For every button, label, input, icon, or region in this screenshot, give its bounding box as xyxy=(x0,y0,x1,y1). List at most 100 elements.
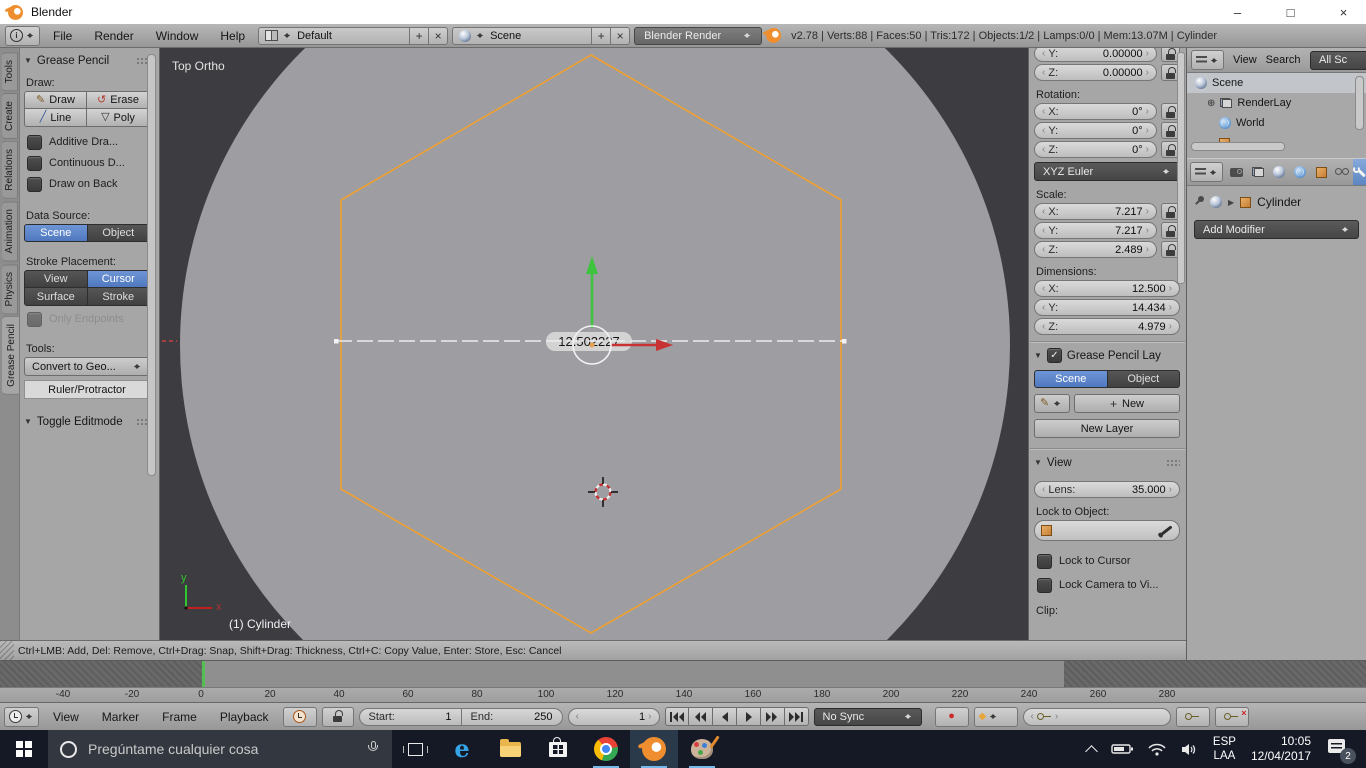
checkbox-unchecked-icon[interactable] xyxy=(27,156,42,171)
start-button[interactable] xyxy=(0,730,48,768)
delete-layout-button[interactable]: × xyxy=(429,27,448,45)
insert-keyframe-button[interactable] xyxy=(1176,707,1210,727)
data-source-object[interactable]: Object xyxy=(88,224,151,242)
current-frame-marker[interactable] xyxy=(202,661,205,687)
timeline-menu-marker[interactable]: Marker xyxy=(93,710,148,724)
panel-header-grease-pencil[interactable]: ▼Grease Pencil xyxy=(24,52,150,69)
field-location-z[interactable]: Z:0.00000 xyxy=(1034,64,1157,81)
lock-time-button[interactable] xyxy=(322,707,354,727)
tab-relations[interactable]: Relations xyxy=(2,141,18,199)
ruler-protractor-button[interactable]: Ruler/Protractor xyxy=(24,380,150,399)
taskbar-edge[interactable]: e xyxy=(438,730,486,768)
data-source-scene[interactable]: Scene xyxy=(24,224,88,242)
ruler-endpoint-right[interactable] xyxy=(842,339,847,344)
viewport-3d[interactable]: 12.502227 Top Ortho y x (1) Cylind xyxy=(160,48,1028,640)
next-keyframe-button[interactable] xyxy=(761,707,785,726)
add-scene-button[interactable]: + xyxy=(592,27,611,45)
tool-shelf-scrollbar[interactable] xyxy=(147,54,156,476)
gp-datablock-selector[interactable]: ✎ xyxy=(1034,394,1070,413)
add-modifier-dropdown[interactable]: Add Modifier xyxy=(1194,220,1359,239)
jump-to-end-button[interactable] xyxy=(785,707,809,726)
timeline-body[interactable]: -40 -20 0 20 40 60 80 100 120 140 160 18… xyxy=(0,660,1366,702)
maximize-button[interactable]: □ xyxy=(1268,0,1313,24)
panel-header-view[interactable]: ▼View xyxy=(1034,454,1180,471)
outliner-horizontal-scrollbar[interactable] xyxy=(1191,142,1285,151)
outliner-item-world[interactable]: World xyxy=(1187,113,1366,133)
placement-cursor[interactable]: Cursor xyxy=(88,270,151,288)
manipulator-y-arrowhead[interactable] xyxy=(586,256,598,274)
previous-keyframe-button[interactable] xyxy=(689,707,713,726)
field-location-y[interactable]: Y:0.00000 xyxy=(1034,48,1157,62)
taskbar-chrome[interactable] xyxy=(582,730,630,768)
gp-new-button[interactable]: +New xyxy=(1074,394,1180,413)
microphone-icon[interactable] xyxy=(366,741,380,757)
outliner-vertical-scrollbar[interactable] xyxy=(1355,76,1364,130)
cortana-search-box[interactable]: Pregúntame cualquier cosa xyxy=(48,730,392,768)
timeline-menu-frame[interactable]: Frame xyxy=(153,710,206,724)
outliner-type-selector[interactable] xyxy=(1191,50,1224,70)
tab-tools[interactable]: Tools xyxy=(2,52,18,91)
wifi-icon[interactable] xyxy=(1148,743,1166,756)
screen-layout-field[interactable]: Default xyxy=(258,27,410,45)
field-scale-z[interactable]: Z:2.489 xyxy=(1034,241,1157,258)
eyedropper-icon[interactable] xyxy=(1160,525,1172,535)
field-dimension-y[interactable]: Y:14.434 xyxy=(1034,299,1180,316)
checkbox-unchecked-icon[interactable] xyxy=(1037,554,1052,569)
keying-set-selector[interactable]: ◆ xyxy=(974,707,1018,727)
field-rotation-x[interactable]: X:0° xyxy=(1034,103,1157,120)
speaker-icon[interactable] xyxy=(1181,743,1198,756)
timeline-menu-view[interactable]: View xyxy=(44,710,88,724)
menu-render[interactable]: Render xyxy=(85,29,142,43)
tab-modifiers[interactable] xyxy=(1353,159,1366,185)
end-frame-field[interactable]: End:250 xyxy=(461,708,563,726)
taskbar-file-explorer[interactable] xyxy=(486,730,534,768)
placement-surface[interactable]: Surface xyxy=(24,288,88,306)
tray-chevron-icon[interactable] xyxy=(1085,745,1098,758)
outliner-menu-search[interactable]: Search xyxy=(1266,54,1301,66)
record-button[interactable]: ● xyxy=(935,707,969,727)
close-button[interactable]: × xyxy=(1321,0,1366,24)
timeline-ruler[interactable]: -40 -20 0 20 40 60 80 100 120 140 160 18… xyxy=(0,687,1366,703)
current-frame-field[interactable]: 1 xyxy=(568,708,660,726)
checkbox-unchecked-icon[interactable] xyxy=(1037,578,1052,593)
outliner-item-renderlayers[interactable]: ⊕RenderLay xyxy=(1187,93,1366,113)
time-indicator-button[interactable] xyxy=(283,707,317,727)
gp-source-object[interactable]: Object xyxy=(1108,370,1181,388)
tab-physics[interactable]: Physics xyxy=(2,264,18,314)
expand-icon[interactable]: ⊕ xyxy=(1207,98,1215,109)
battery-icon[interactable] xyxy=(1111,743,1133,755)
tab-scene[interactable] xyxy=(1268,159,1289,185)
tab-create[interactable]: Create xyxy=(2,93,18,139)
outliner-menu-view[interactable]: View xyxy=(1233,54,1257,66)
timeline-menu-playback[interactable]: Playback xyxy=(211,710,278,724)
properties-type-selector[interactable] xyxy=(1190,162,1223,182)
tab-constraints[interactable] xyxy=(1332,159,1353,185)
tab-render[interactable] xyxy=(1226,159,1247,185)
erase-button[interactable]: ↺Erase xyxy=(87,91,150,109)
field-dimension-x[interactable]: X:12.500 xyxy=(1034,280,1180,297)
panel-header-toggle-editmode[interactable]: ▼Toggle Editmode xyxy=(24,413,150,430)
render-engine-selector[interactable]: Blender Render xyxy=(634,27,762,45)
tab-animation[interactable]: Animation xyxy=(2,201,18,261)
outliner-filter-selector[interactable]: All Sc xyxy=(1310,51,1366,70)
active-keying-set-field[interactable] xyxy=(1023,708,1171,726)
breadcrumb-object-name[interactable]: Cylinder xyxy=(1257,195,1301,209)
rotation-mode-selector[interactable]: XYZ Euler xyxy=(1034,162,1180,181)
tab-world[interactable] xyxy=(1290,159,1311,185)
checkbox-unchecked-icon[interactable] xyxy=(27,177,42,192)
panel-header-grease-pencil-layers[interactable]: ▼✓Grease Pencil Lay xyxy=(1034,347,1180,364)
jump-to-start-button[interactable] xyxy=(665,707,689,726)
field-dimension-z[interactable]: Z:4.979 xyxy=(1034,318,1180,335)
poly-button[interactable]: ▽Poly xyxy=(87,109,150,127)
editor-type-selector[interactable] xyxy=(5,26,40,46)
play-button[interactable] xyxy=(737,707,761,726)
timeline-type-selector[interactable] xyxy=(4,707,39,727)
action-center-button[interactable]: 2 xyxy=(1326,737,1354,761)
field-rotation-z[interactable]: Z:0° xyxy=(1034,141,1157,158)
task-view-button[interactable] xyxy=(392,730,438,768)
pin-icon[interactable] xyxy=(1194,196,1204,208)
sync-mode-selector[interactable]: No Sync xyxy=(814,708,922,726)
delete-keyframe-button[interactable]: × xyxy=(1215,707,1249,727)
taskbar-paint[interactable] xyxy=(678,730,726,768)
checkbox-disabled-icon[interactable] xyxy=(27,312,42,327)
